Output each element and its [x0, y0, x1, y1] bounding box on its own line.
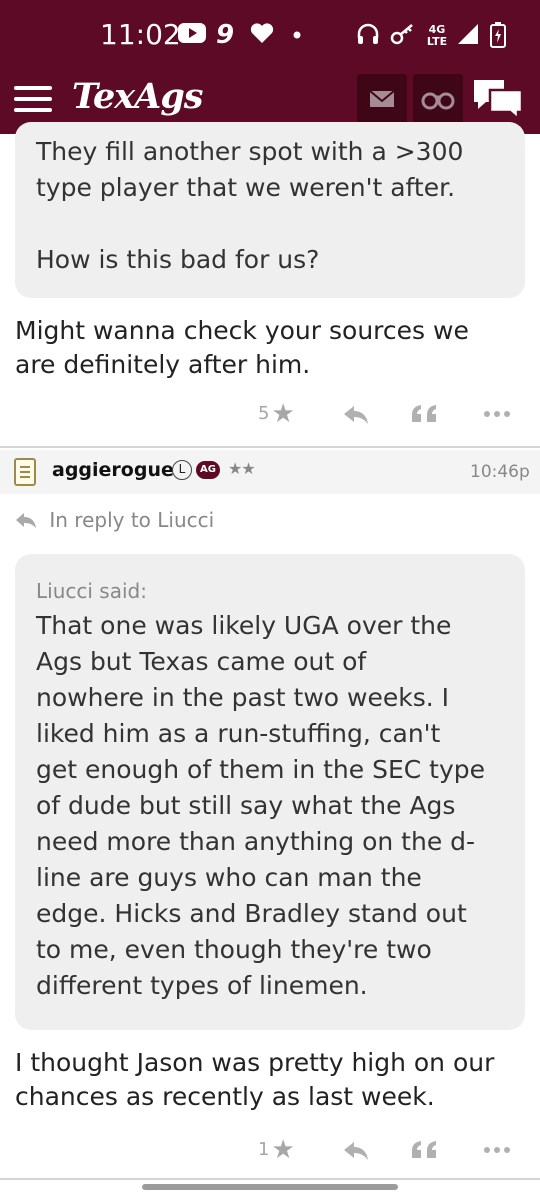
- quote-line: need more than anything on the d-: [36, 827, 476, 856]
- texags-logo[interactable]: TexAgs: [72, 76, 203, 117]
- post-actions: 1★: [0, 1130, 540, 1170]
- star-icon: ★: [271, 399, 295, 429]
- quote-line: edge. Hicks and Bradley stand out: [36, 899, 467, 928]
- badge-l: L: [172, 460, 192, 480]
- quote-block: They fill another spot with a >300 type …: [15, 122, 525, 298]
- quote-line: That one was likely UGA over the: [36, 611, 452, 640]
- reply-icon: [15, 508, 43, 532]
- quote-line: They fill another spot with a >300: [36, 137, 464, 166]
- signal-icon: [456, 22, 480, 48]
- quote-line: of dude but still say what the Ags: [36, 791, 456, 820]
- in-reply-to-text: In reply to Liucci: [49, 508, 215, 532]
- dot-icon: [292, 22, 302, 48]
- heart-icon: [250, 22, 274, 48]
- menu-icon[interactable]: [14, 84, 52, 114]
- post-body-line: Might wanna check your sources we: [15, 316, 469, 345]
- post-body-line: I thought Jason was pretty high on our: [15, 1048, 495, 1077]
- quote-icon: [412, 405, 436, 422]
- youtube-icon: [178, 22, 206, 48]
- more-button[interactable]: [482, 394, 512, 434]
- quote-line: [36, 206, 505, 242]
- quote-line: get enough of them in the SEC type: [36, 755, 486, 784]
- post-body: I thought Jason was pretty high on our c…: [15, 1046, 525, 1114]
- battery-icon: [490, 22, 506, 48]
- chat-icon[interactable]: [472, 76, 526, 124]
- post-icon: [14, 458, 36, 486]
- network-label: 4G LTE: [426, 23, 448, 48]
- quote-line: line are guys who can man the: [36, 863, 422, 892]
- status-time: 11:02: [100, 18, 181, 51]
- username[interactable]: aggierogue: [52, 459, 174, 481]
- binoculars-button[interactable]: [413, 74, 463, 124]
- notification-count: 9: [216, 20, 235, 50]
- quote-block: Liucci said: That one was likely UGA ove…: [15, 554, 525, 1030]
- badge-ag: AG: [196, 461, 220, 479]
- post-header: aggierogue L AG ★★ 10:46p: [0, 450, 540, 494]
- post-body-line: are definitely after him.: [15, 350, 311, 379]
- more-button[interactable]: [482, 1130, 512, 1170]
- binoculars-icon: [421, 92, 455, 110]
- quote-line: Ags but Texas came out of: [36, 647, 367, 676]
- star-icon: ★: [271, 1135, 295, 1165]
- quote-line: nowhere in the past two weeks. I: [36, 683, 450, 712]
- post-body-line: chances as recently as last week.: [15, 1082, 435, 1111]
- headphones-icon: [356, 22, 380, 48]
- quote-line: different types of linemen.: [36, 971, 368, 1000]
- quote-button[interactable]: [410, 1130, 440, 1170]
- rating-count: 1: [258, 1139, 270, 1160]
- home-indicator[interactable]: [142, 1184, 398, 1190]
- quote-line: How is this bad for us?: [36, 245, 320, 274]
- top-bar: 11:02 9 4G LTE TexAgs: [0, 0, 540, 134]
- rating-count: 5: [258, 403, 270, 424]
- rating-button[interactable]: 5★: [258, 394, 295, 434]
- mail-button[interactable]: [357, 74, 407, 124]
- post-divider: [0, 446, 540, 448]
- rating-button[interactable]: 1★: [258, 1130, 295, 1170]
- quote-author: Liucci said:: [36, 579, 147, 603]
- quote-line: to me, even though they're two: [36, 935, 432, 964]
- more-icon: [484, 411, 510, 417]
- key-icon: [390, 22, 416, 48]
- post-time[interactable]: 10:46p: [470, 462, 530, 482]
- post-body: Might wanna check your sources we are de…: [15, 314, 525, 382]
- reply-icon: [344, 406, 368, 424]
- post-actions: 5★: [0, 394, 540, 434]
- in-reply-to-link[interactable]: In reply to Liucci: [15, 508, 214, 532]
- reply-button[interactable]: [342, 394, 370, 434]
- quote-icon: [412, 1141, 436, 1158]
- post-divider: [0, 1178, 540, 1180]
- user-stars: ★★: [228, 459, 256, 478]
- more-icon: [484, 1147, 510, 1153]
- quote-line: liked him as a run-stuffing, can't: [36, 719, 441, 748]
- mail-icon: [369, 90, 395, 107]
- reply-button[interactable]: [342, 1130, 370, 1170]
- status-bar: 11:02 9 4G LTE: [0, 0, 540, 66]
- reply-icon: [344, 1142, 368, 1160]
- quote-button[interactable]: [410, 394, 440, 434]
- quote-line: type player that we weren't after.: [36, 173, 456, 202]
